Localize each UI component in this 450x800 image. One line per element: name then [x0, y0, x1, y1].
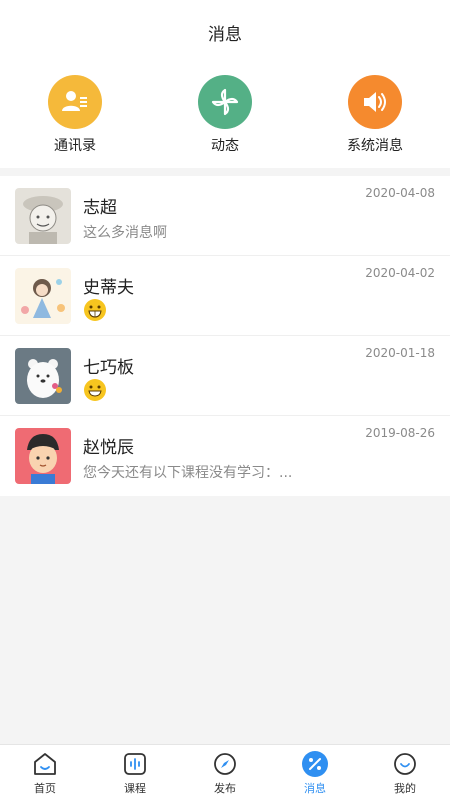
contact-name: 志超 — [83, 198, 117, 218]
tab-label: 我的 — [394, 782, 416, 795]
message-row[interactable]: 赵悦辰 您今天还有以下课程没有学习：... 2019-08-26 — [0, 416, 450, 496]
home-icon — [31, 750, 59, 778]
message-preview: 您今天还有以下课程没有学习：... — [83, 465, 293, 481]
contact-name: 赵悦辰 — [83, 438, 134, 458]
message-icon — [301, 750, 329, 778]
tab-profile[interactable]: 我的 — [360, 745, 450, 800]
tab-label: 课程 — [124, 782, 146, 795]
tab-message[interactable]: 消息 — [270, 745, 360, 800]
shortcut-contacts[interactable]: 通讯录 — [15, 75, 135, 155]
message-date: 2020-01-18 — [365, 346, 435, 360]
tab-label: 消息 — [304, 782, 326, 795]
profile-icon — [391, 750, 419, 778]
tab-course[interactable]: 课程 — [90, 745, 180, 800]
shortcut-label: 动态 — [211, 138, 239, 154]
grin-emoji-icon — [84, 299, 106, 321]
compass-icon — [211, 750, 239, 778]
contact-name: 七巧板 — [83, 358, 134, 378]
shortcut-label: 通讯录 — [54, 138, 96, 154]
message-date: 2020-04-08 — [365, 186, 435, 200]
speaker-icon — [348, 75, 402, 129]
bottom-tab-bar: 首页 课程 发布 消息 我的 — [0, 744, 450, 800]
white-bear-avatar — [15, 348, 71, 404]
message-preview: 这么多消息啊 — [83, 225, 167, 241]
tab-publish[interactable]: 发布 — [180, 745, 270, 800]
tab-label: 发布 — [214, 782, 236, 795]
cartoon-boy-avatar — [15, 428, 71, 484]
shortcut-label: 系统消息 — [347, 138, 403, 154]
contact-name: 史蒂夫 — [83, 278, 134, 298]
course-icon — [121, 750, 149, 778]
message-row[interactable]: 史蒂夫 2020-04-02 — [0, 256, 450, 336]
pinwheel-icon — [198, 75, 252, 129]
message-list: 志超 这么多消息啊 2020-04-08 史蒂夫 2020-04-02 七巧板 … — [0, 176, 450, 496]
message-date: 2020-04-02 — [365, 266, 435, 280]
shortcut-moments[interactable]: 动态 — [165, 75, 285, 155]
contacts-icon — [48, 75, 102, 129]
message-date: 2019-08-26 — [365, 426, 435, 440]
smile-emoji-icon — [84, 379, 106, 401]
message-row[interactable]: 七巧板 2020-01-18 — [0, 336, 450, 416]
shortcut-system-messages[interactable]: 系统消息 — [315, 75, 435, 155]
page-title: 消息 — [208, 24, 242, 45]
shortcut-bar: 通讯录 动态 系统消息 — [0, 64, 450, 168]
top-bar: 消息 — [0, 0, 450, 64]
illustrated-girl-avatar — [15, 268, 71, 324]
tab-label: 首页 — [34, 782, 56, 795]
sketch-boy-avatar — [15, 188, 71, 244]
tab-home[interactable]: 首页 — [0, 745, 90, 800]
message-row[interactable]: 志超 这么多消息啊 2020-04-08 — [0, 176, 450, 256]
